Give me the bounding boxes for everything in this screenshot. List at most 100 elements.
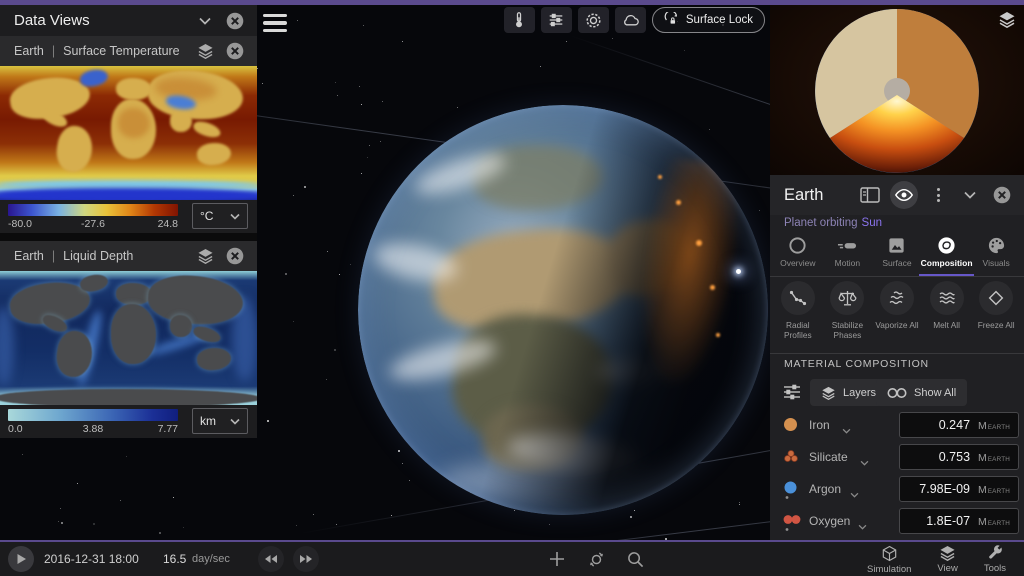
show-all-button[interactable]: Show All xyxy=(876,379,967,406)
radial-profiles-button[interactable]: Radial Profiles xyxy=(773,281,823,341)
tab-surface[interactable]: Surface xyxy=(872,233,922,276)
expand-material-button[interactable] xyxy=(858,518,867,533)
object-subtitle: Planet orbiting Sun xyxy=(784,217,882,229)
tab-visuals[interactable]: Visuals xyxy=(971,233,1021,276)
material-value-field[interactable]: 0.753 M EARTH xyxy=(899,444,1019,470)
view-layers-button[interactable] xyxy=(193,40,217,62)
material-name: Argon xyxy=(809,482,841,496)
expand-material-button[interactable] xyxy=(850,486,859,501)
material-value-field[interactable]: 1.8E-07 M EARTH xyxy=(899,508,1019,534)
clouds-toggle-button[interactable] xyxy=(615,7,646,33)
subtitle-text: Planet orbiting xyxy=(784,217,858,229)
view-layers-button[interactable] xyxy=(193,245,217,267)
material-row-iron[interactable]: Iron 0.247 M EARTH xyxy=(770,409,1024,441)
filter-sliders-button[interactable] xyxy=(782,382,802,405)
sim-speed-value[interactable]: 16.5 xyxy=(163,552,186,566)
earth-globe[interactable] xyxy=(358,105,768,515)
divider xyxy=(770,276,1024,277)
collapse-object-panel-button[interactable] xyxy=(958,183,982,207)
simulation-settings-button[interactable] xyxy=(578,7,609,33)
data-views-button[interactable] xyxy=(541,7,572,33)
freeze-all-button[interactable]: Freeze All xyxy=(971,281,1021,341)
separator: | xyxy=(52,249,55,263)
layers-icon xyxy=(939,545,956,561)
scale-max: 24.8 xyxy=(158,218,178,230)
slow-down-button[interactable] xyxy=(258,546,284,572)
material-value-field[interactable]: 7.98E-09 M EARTH xyxy=(899,476,1019,502)
surface-lock-icon xyxy=(664,12,680,28)
close-icon xyxy=(226,247,244,265)
material-value-field[interactable]: 0.247 M EARTH xyxy=(899,412,1019,438)
temperature-map[interactable] xyxy=(0,66,257,200)
properties-panel-button[interactable] xyxy=(858,183,882,207)
material-row-argon[interactable]: Argon 7.98E-09 M EARTH xyxy=(770,473,1024,505)
tools-menu-button[interactable]: Tools xyxy=(978,543,1012,575)
view-object: Earth xyxy=(14,249,44,263)
close-panel-button[interactable] xyxy=(223,10,247,32)
data-views-title: Data Views xyxy=(14,12,187,29)
bright-star xyxy=(736,269,741,274)
close-view-button[interactable] xyxy=(223,40,247,62)
close-view-button[interactable] xyxy=(223,245,247,267)
stabilize-phases-button[interactable]: Stabilize Phases xyxy=(823,281,873,341)
vapor-icon xyxy=(880,281,914,315)
close-object-panel-button[interactable] xyxy=(990,183,1014,207)
melt-all-button[interactable]: Melt All xyxy=(922,281,972,341)
speed-up-button[interactable] xyxy=(293,546,319,572)
simulation-menu-button[interactable]: Simulation xyxy=(861,543,917,575)
liquid-depth-map[interactable] xyxy=(0,271,257,405)
chevron-down-icon xyxy=(842,428,851,434)
view-header-liquid-depth: Earth | Liquid Depth xyxy=(0,241,257,271)
material-name: Oxygen xyxy=(809,514,850,528)
layers-icon[interactable] xyxy=(998,11,1016,28)
surface-lock-button[interactable]: Surface Lock xyxy=(652,7,765,33)
surface-icon xyxy=(887,236,906,255)
liquid-depth-scale: 0.0 3.88 7.77 km xyxy=(0,405,257,438)
tab-motion[interactable]: Motion xyxy=(823,233,873,276)
show-all-icon xyxy=(887,387,907,399)
earth-atmosphere-rim xyxy=(358,105,768,515)
collapse-panel-button[interactable] xyxy=(193,10,217,32)
tab-overview[interactable]: Overview xyxy=(773,233,823,276)
parent-body-link[interactable]: Sun xyxy=(862,217,882,229)
freeze-diamond-icon xyxy=(979,281,1013,315)
add-object-button[interactable] xyxy=(545,547,569,571)
material-name: Iron xyxy=(809,418,830,432)
chase-camera-button[interactable] xyxy=(584,547,608,571)
more-options-button[interactable] xyxy=(926,183,950,207)
menu-button[interactable] xyxy=(262,12,288,34)
view-menu-button[interactable]: View xyxy=(931,543,963,575)
temperature-unit-dropdown[interactable]: °C xyxy=(192,203,248,229)
object-header: Earth xyxy=(770,175,1024,215)
overview-icon xyxy=(788,236,807,255)
datetime-field[interactable]: 2016-12-31 18:00 xyxy=(44,552,139,566)
cloud-icon xyxy=(621,11,640,30)
depth-unit-dropdown[interactable]: km xyxy=(192,408,248,434)
surface-lock-label: Surface Lock xyxy=(686,14,753,26)
expand-material-button[interactable] xyxy=(842,422,851,437)
object-title: Earth xyxy=(784,186,850,205)
unit-label: °C xyxy=(200,209,213,223)
view-name: Surface Temperature xyxy=(63,44,180,58)
chevron-down-icon xyxy=(964,191,976,199)
close-icon xyxy=(226,42,244,60)
visibility-button[interactable] xyxy=(890,181,918,209)
rewind-icon xyxy=(264,554,278,564)
vaporize-all-button[interactable]: Vaporize All xyxy=(872,281,922,341)
material-row-silicate[interactable]: Silicate 0.753 M EARTH xyxy=(770,441,1024,473)
tab-composition[interactable]: Composition xyxy=(922,233,972,276)
material-row-oxygen[interactable]: Oxygen 1.8E-07 M EARTH xyxy=(770,505,1024,537)
layers-icon xyxy=(197,248,214,264)
sliders-icon xyxy=(547,11,565,29)
data-views-header: Data Views xyxy=(0,5,257,36)
time-toolbar: 2016-12-31 18:00 16.5 day/sec Simulation… xyxy=(0,542,1024,576)
expand-material-button[interactable] xyxy=(860,454,869,469)
plus-icon xyxy=(549,551,565,567)
temperature-overlay-button[interactable] xyxy=(504,7,535,33)
chevron-down-icon xyxy=(858,524,867,530)
divider xyxy=(770,353,1024,354)
chevron-down-icon xyxy=(199,17,211,25)
play-pause-button[interactable] xyxy=(8,546,34,572)
radial-profiles-icon xyxy=(781,281,815,315)
search-button[interactable] xyxy=(623,547,647,571)
